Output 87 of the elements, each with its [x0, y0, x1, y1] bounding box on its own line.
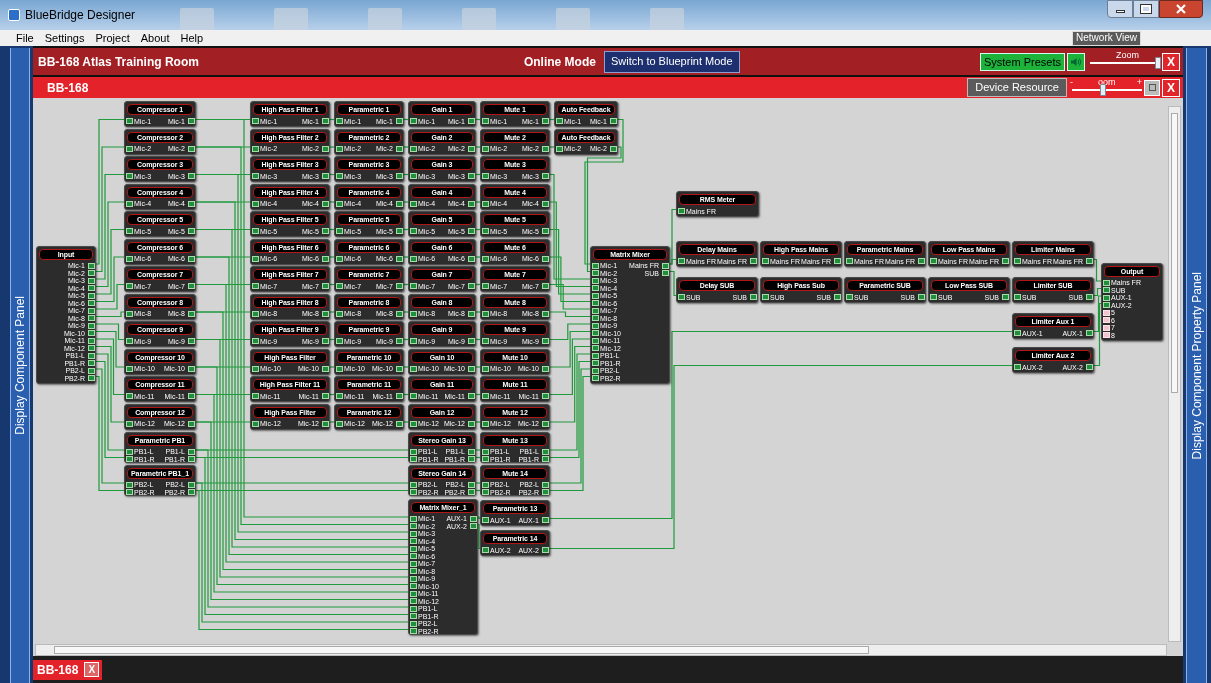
- connection-wire: [475, 201, 481, 203]
- port-connector-icon[interactable]: [188, 145, 195, 152]
- port-connector-icon[interactable]: [252, 365, 259, 372]
- port-connector-icon[interactable]: [610, 145, 617, 152]
- device-title: BB-168: [47, 79, 89, 97]
- device-resource-button[interactable]: Device Resource: [967, 78, 1067, 97]
- port-connector-icon[interactable]: [126, 145, 133, 152]
- close-button[interactable]: X: [1162, 78, 1180, 97]
- close-window-button[interactable]: [1159, 0, 1203, 18]
- port-connector-icon[interactable]: [188, 200, 195, 207]
- port-connector-icon[interactable]: [542, 255, 549, 262]
- port-connector-icon[interactable]: [188, 365, 195, 372]
- port-connector-icon[interactable]: [188, 420, 195, 427]
- menu-item[interactable]: Help: [180, 29, 204, 47]
- connection-wire: [475, 118, 481, 121]
- menu-item[interactable]: Project: [95, 29, 130, 47]
- system-presets-button[interactable]: System Presets: [979, 52, 1065, 71]
- network-view-button[interactable]: Network View: [1072, 30, 1141, 46]
- port-connector-icon[interactable]: [542, 420, 549, 427]
- room-title: BB-168 Atlas Training Room: [38, 53, 199, 71]
- port-connector-icon[interactable]: [126, 255, 133, 262]
- connection-wire: [475, 338, 481, 341]
- port-connector-icon[interactable]: [252, 200, 259, 207]
- menu-item[interactable]: Settings: [44, 29, 85, 47]
- port-connector-icon[interactable]: [126, 310, 133, 317]
- close-button[interactable]: X: [1162, 52, 1180, 71]
- connection-wire: [475, 366, 481, 368]
- port-connector-icon[interactable]: [126, 420, 133, 427]
- menu-item[interactable]: File: [16, 29, 34, 47]
- port-connector-icon[interactable]: [188, 310, 195, 317]
- background-window-thumbnail: [180, 8, 215, 30]
- connection-wire: [669, 270, 677, 297]
- panel-label: Display Component Property Panel: [1188, 271, 1205, 460]
- app-icon: [8, 9, 20, 21]
- close-icon: [1175, 4, 1187, 14]
- port-connector-icon[interactable]: [188, 255, 195, 262]
- horizontal-scrollbar[interactable]: [35, 644, 1167, 656]
- port-connector-icon[interactable]: [252, 145, 259, 152]
- port-connector-icon[interactable]: [126, 365, 133, 372]
- menu-item[interactable]: About: [140, 29, 170, 47]
- panel-label: Display Component Panel: [12, 296, 28, 435]
- connection-wire: [549, 118, 555, 121]
- connection-wire: [475, 311, 481, 313]
- port-connector-icon[interactable]: [126, 200, 133, 207]
- scroll-thumb[interactable]: [1171, 113, 1178, 393]
- device-tab[interactable]: BB-168 X: [33, 659, 103, 680]
- minimize-button[interactable]: [1107, 0, 1133, 18]
- connection-wire: [477, 516, 481, 520]
- scroll-thumb[interactable]: [54, 646, 869, 654]
- mode-label: Online Mode: [523, 53, 596, 71]
- slider-thumb[interactable]: [1155, 56, 1162, 69]
- maximize-button[interactable]: [1133, 0, 1159, 18]
- tab-label: BB-168: [37, 661, 79, 679]
- zoom-slider[interactable]: Zoom: [1088, 51, 1162, 72]
- background-window-thumbnail: [274, 8, 309, 30]
- background-window-thumbnail: [462, 8, 497, 30]
- connection-wire: [475, 283, 481, 286]
- speaker-button[interactable]: [1067, 52, 1085, 71]
- background-window-thumbnail: [368, 8, 403, 30]
- port-connector-icon[interactable]: [252, 310, 259, 317]
- switch-mode-button[interactable]: Switch to Blueprint Mode: [603, 50, 740, 73]
- window-title: BlueBridge Designer: [25, 7, 136, 24]
- connection-wire: [475, 173, 481, 176]
- connection-wire: [549, 146, 555, 148]
- port-connector-icon[interactable]: [252, 255, 259, 262]
- zoom-plus: +: [1136, 77, 1142, 87]
- port-connector-icon[interactable]: [542, 365, 549, 372]
- side-panel-tab[interactable]: Display Component Property Panel: [1186, 48, 1207, 683]
- background-window-thumbnail: [650, 8, 685, 30]
- zoom-label: Zoom: [1116, 49, 1139, 60]
- connection-wire: [475, 146, 481, 148]
- port-connector-icon[interactable]: [252, 420, 259, 427]
- connection-wire: [475, 256, 481, 258]
- connection-wire: [475, 393, 481, 396]
- background-window-thumbnail: [556, 8, 591, 30]
- vertical-scrollbar[interactable]: [1168, 106, 1181, 642]
- connection-wire: [477, 523, 481, 550]
- connection-wire: [475, 228, 481, 231]
- connection-wire: [475, 421, 481, 423]
- restore-button[interactable]: [1144, 79, 1160, 96]
- slider-thumb[interactable]: [1100, 84, 1107, 96]
- port-connector-icon[interactable]: [542, 310, 549, 317]
- side-panel-tab[interactable]: Display Component Panel: [10, 48, 30, 683]
- speaker-icon: [1070, 56, 1082, 67]
- zoom-minus: -: [1070, 77, 1073, 87]
- port-connector-icon[interactable]: [542, 200, 549, 207]
- connection-wire: [1093, 258, 1102, 282]
